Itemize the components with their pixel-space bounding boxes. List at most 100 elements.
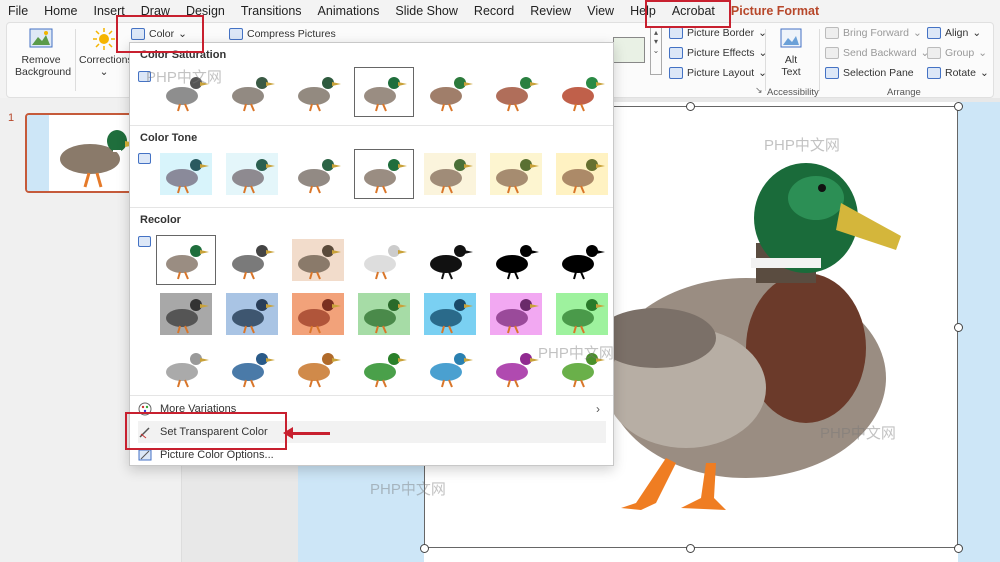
recolor-preset-12[interactable] bbox=[420, 289, 480, 339]
send-backward-icon bbox=[825, 47, 839, 59]
picture-effects-button[interactable]: Picture Effects ⌄ bbox=[669, 47, 767, 59]
tone-preset-1[interactable] bbox=[156, 149, 216, 199]
duck-preview-icon bbox=[490, 153, 542, 195]
recolor-preset-18[interactable] bbox=[354, 343, 414, 393]
duck-thumbnail-image bbox=[60, 130, 133, 188]
duck-preview-icon bbox=[160, 293, 212, 335]
tone-preset-3[interactable] bbox=[288, 149, 348, 199]
recolor-preset-9[interactable] bbox=[222, 289, 282, 339]
alt-text-icon bbox=[780, 28, 802, 48]
annotation-box-picture-format bbox=[645, 0, 731, 28]
duck-preview-icon bbox=[430, 245, 473, 280]
menu-animations[interactable]: Animations bbox=[310, 4, 388, 18]
recolor-preset-16[interactable] bbox=[222, 343, 282, 393]
menu-file[interactable]: File bbox=[0, 4, 36, 18]
duck-preview-icon bbox=[160, 153, 212, 195]
recolor-preset-11[interactable] bbox=[354, 289, 414, 339]
send-backward-button[interactable]: Send Backward ⌄ bbox=[825, 47, 929, 59]
picture-layout-button[interactable]: Picture Layout ⌄ bbox=[669, 67, 767, 79]
picture-style-thumb[interactable] bbox=[613, 37, 645, 63]
recolor-preset-20[interactable] bbox=[486, 343, 546, 393]
saturation-preset-4[interactable] bbox=[354, 67, 414, 117]
saturation-preset-5[interactable] bbox=[420, 67, 480, 117]
duck-preview-icon bbox=[232, 353, 275, 388]
bring-forward-button[interactable]: Bring Forward ⌄ bbox=[825, 27, 922, 39]
slide-blue-band-left bbox=[298, 462, 424, 562]
saturation-preset-6[interactable] bbox=[486, 67, 546, 117]
alt-text-button[interactable]: Alt Text bbox=[773, 27, 809, 78]
chevron-down-icon: ⌄ bbox=[758, 47, 768, 59]
recolor-preset-8[interactable] bbox=[156, 289, 216, 339]
rotate-button[interactable]: Rotate ⌄ bbox=[927, 67, 989, 79]
saturation-preset-7[interactable] bbox=[552, 67, 612, 117]
slide-number: 1 bbox=[8, 112, 15, 124]
compress-icon bbox=[229, 28, 243, 40]
menu-slide-show[interactable]: Slide Show bbox=[387, 4, 466, 18]
dialog-launcher-icon[interactable]: ↘ bbox=[755, 85, 763, 96]
recolor-preset-19[interactable] bbox=[420, 343, 480, 393]
picture-border-button[interactable]: Picture Border ⌄ bbox=[669, 27, 767, 39]
duck-preview-icon bbox=[232, 77, 275, 112]
selection-pane-button[interactable]: Selection Pane bbox=[825, 67, 914, 79]
saturation-preset-2[interactable] bbox=[222, 67, 282, 117]
resize-handle-top-right[interactable] bbox=[954, 102, 963, 111]
recolor-preset-6[interactable] bbox=[486, 235, 546, 285]
color-options-icon bbox=[138, 448, 152, 462]
tone-preset-6[interactable] bbox=[486, 149, 546, 199]
gallery-scroll[interactable]: ▴ ▾ ⌄ bbox=[650, 27, 662, 75]
resize-handle-right-middle[interactable] bbox=[954, 323, 963, 332]
watermark: PHP中文网 bbox=[370, 481, 446, 498]
duck-preview-icon bbox=[298, 159, 341, 194]
recolor-preset-14[interactable] bbox=[552, 289, 612, 339]
recolor-preset-3[interactable] bbox=[288, 235, 348, 285]
menu-home[interactable]: Home bbox=[36, 4, 85, 18]
remove-background-button[interactable]: Remove Background bbox=[15, 27, 71, 78]
resize-handle-bottom-left[interactable] bbox=[420, 544, 429, 553]
recolor-preset-5[interactable] bbox=[420, 235, 480, 285]
annotation-box-color bbox=[116, 15, 204, 53]
recolor-preset-15[interactable] bbox=[156, 343, 216, 393]
tone-preset-4[interactable] bbox=[354, 149, 414, 199]
accessibility-group-label: Accessibility bbox=[767, 87, 819, 98]
chevron-right-icon: › bbox=[596, 402, 600, 416]
duck-preview-icon bbox=[298, 353, 341, 388]
saturation-preset-3[interactable] bbox=[288, 67, 348, 117]
menu-record[interactable]: Record bbox=[466, 4, 522, 18]
recolor-preset-2[interactable] bbox=[222, 235, 282, 285]
watermark: PHP中文网 bbox=[146, 69, 222, 86]
duck-preview-icon bbox=[424, 153, 476, 195]
duck-preview-icon bbox=[424, 293, 476, 335]
slide-thumbnail[interactable] bbox=[25, 113, 135, 193]
menu-review[interactable]: Review bbox=[522, 4, 579, 18]
resize-handle-bottom-middle[interactable] bbox=[686, 544, 695, 553]
menu-view[interactable]: View bbox=[579, 4, 622, 18]
color-tone-heading: Color Tone bbox=[140, 132, 198, 144]
recolor-preset-17[interactable] bbox=[288, 343, 348, 393]
compress-pictures-button[interactable]: Compress Pictures bbox=[229, 28, 336, 40]
tone-preset-7[interactable] bbox=[552, 149, 612, 199]
menu-transitions[interactable]: Transitions bbox=[233, 4, 310, 18]
chevron-down-icon: ⌄ bbox=[99, 66, 109, 78]
duck-preview-icon bbox=[364, 245, 407, 280]
align-icon bbox=[927, 27, 941, 39]
chevron-down-icon: ⌄ bbox=[972, 27, 982, 39]
duck-preview-icon bbox=[364, 77, 407, 112]
menu-picture-format[interactable]: Picture Format bbox=[723, 4, 827, 18]
panel-divider bbox=[130, 125, 613, 126]
recolor-preset-4[interactable] bbox=[354, 235, 414, 285]
resize-handle-bottom-right[interactable] bbox=[954, 544, 963, 553]
panel-divider bbox=[130, 207, 613, 208]
annotation-arrow-head bbox=[283, 427, 293, 439]
recolor-preset-13[interactable] bbox=[486, 289, 546, 339]
remove-background-icon bbox=[29, 28, 53, 48]
resize-handle-top-middle[interactable] bbox=[686, 102, 695, 111]
recolor-preset-7[interactable] bbox=[552, 235, 612, 285]
recolor-heading: Recolor bbox=[140, 214, 181, 226]
tone-preset-2[interactable] bbox=[222, 149, 282, 199]
align-button[interactable]: Align ⌄ bbox=[927, 27, 981, 39]
recolor-preset-10[interactable] bbox=[288, 289, 348, 339]
group-button[interactable]: Group ⌄ bbox=[927, 47, 987, 59]
recolor-preset-1[interactable] bbox=[156, 235, 216, 285]
tone-preset-5[interactable] bbox=[420, 149, 480, 199]
duck-preview-icon bbox=[556, 293, 608, 335]
